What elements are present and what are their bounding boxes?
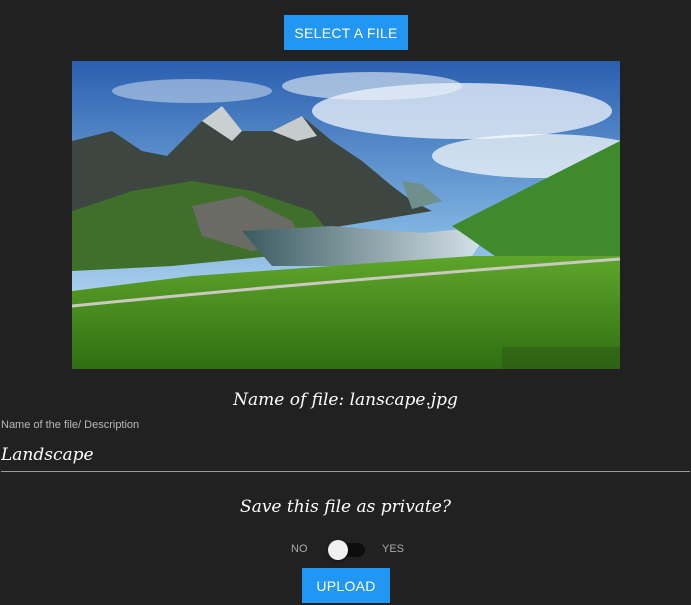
select-file-button[interactable]: SELECT A FILE <box>284 15 408 50</box>
description-field-label: Name of the file/ Description <box>1 419 140 431</box>
private-toggle-switch[interactable] <box>328 540 365 560</box>
toggle-knob[interactable] <box>328 540 348 560</box>
toggle-yes-label: YES <box>382 543 405 555</box>
toggle-no-label: NO <box>291 543 308 555</box>
file-name-text: Name of file: lanscape.jpg <box>233 390 458 410</box>
image-preview <box>72 61 620 369</box>
landscape-image <box>72 61 620 369</box>
privacy-question: Save this file as private? <box>240 497 451 517</box>
privacy-toggle-row: NO YES <box>0 540 691 560</box>
upload-button[interactable]: UPLOAD <box>302 568 390 603</box>
description-input[interactable] <box>1 438 690 472</box>
upload-page: SELECT A FILE Name of file: lanscape.jpg… <box>0 0 691 605</box>
